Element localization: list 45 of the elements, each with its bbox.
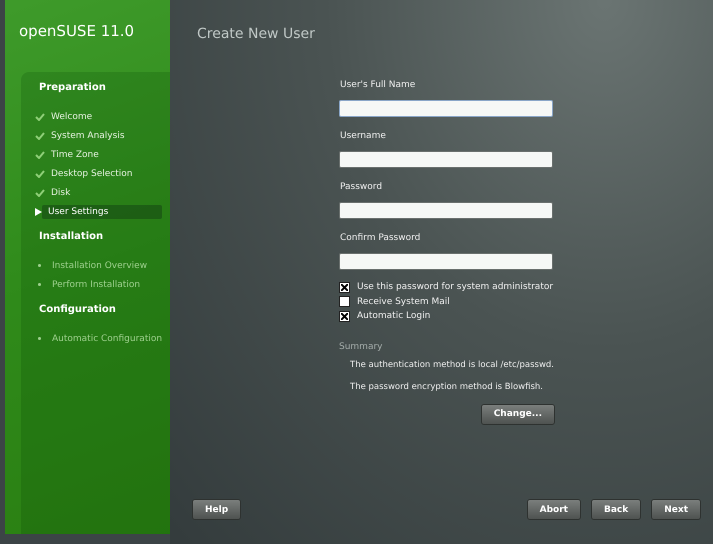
brand-title: openSUSE 11.0	[18, 21, 136, 42]
summary-text: The password encryption method is Blowfish.	[350, 382, 544, 392]
summary-text: The authentication method is local /etc/passwd.	[350, 360, 556, 370]
field-label: User's Full Name	[340, 80, 416, 92]
field-label: Confirm Password	[340, 233, 422, 245]
nav-button[interactable]: Back	[590, 499, 642, 520]
input-field[interactable]	[339, 100, 553, 117]
checkmark-icon	[35, 132, 45, 140]
input-field[interactable]	[339, 253, 553, 270]
checkmark-icon	[35, 170, 45, 178]
change-button[interactable]: Change...	[480, 404, 555, 424]
summary-title: Summary	[339, 342, 384, 352]
bullet-icon	[38, 337, 41, 340]
step-item: Desktop Selection	[50, 168, 134, 180]
step-item: Perform Installation	[51, 278, 142, 292]
checkbox[interactable]	[339, 296, 350, 308]
checkbox[interactable]	[339, 310, 350, 322]
help-button[interactable]: Help	[192, 499, 242, 520]
checkmark-icon	[35, 188, 45, 196]
section-title: Preparation	[38, 81, 107, 95]
section-title: Installation	[38, 230, 104, 244]
input-field[interactable]	[339, 151, 553, 168]
bullet-icon	[38, 283, 41, 286]
arrow-right-icon	[35, 208, 42, 216]
checkbox[interactable]	[339, 282, 350, 293]
checkbox-label: Receive System Mail	[357, 296, 450, 307]
field-label: Username	[340, 131, 387, 143]
page-title: Create New User	[196, 25, 316, 44]
checkbox-label: Automatic Login	[357, 311, 430, 322]
step-item: System Analysis	[50, 130, 126, 142]
checkmark-icon	[35, 112, 45, 120]
checkbox-label: Use this password for system administrator	[357, 282, 554, 292]
step-item: Installation Overview	[51, 260, 148, 272]
step-item: Time Zone	[50, 148, 100, 162]
step-item: Disk	[50, 186, 72, 200]
step-item: Automatic Configuration	[51, 332, 164, 346]
section-title: Configuration	[38, 303, 117, 317]
checkmark-icon	[35, 150, 45, 158]
step-item: Welcome	[50, 110, 94, 124]
bullet-icon	[38, 264, 41, 267]
field-label: Password	[340, 182, 384, 194]
input-field[interactable]	[339, 202, 553, 219]
nav-button[interactable]: Next	[651, 499, 701, 520]
step-item: User Settings	[42, 204, 162, 218]
nav-button[interactable]: Abort	[526, 499, 581, 520]
